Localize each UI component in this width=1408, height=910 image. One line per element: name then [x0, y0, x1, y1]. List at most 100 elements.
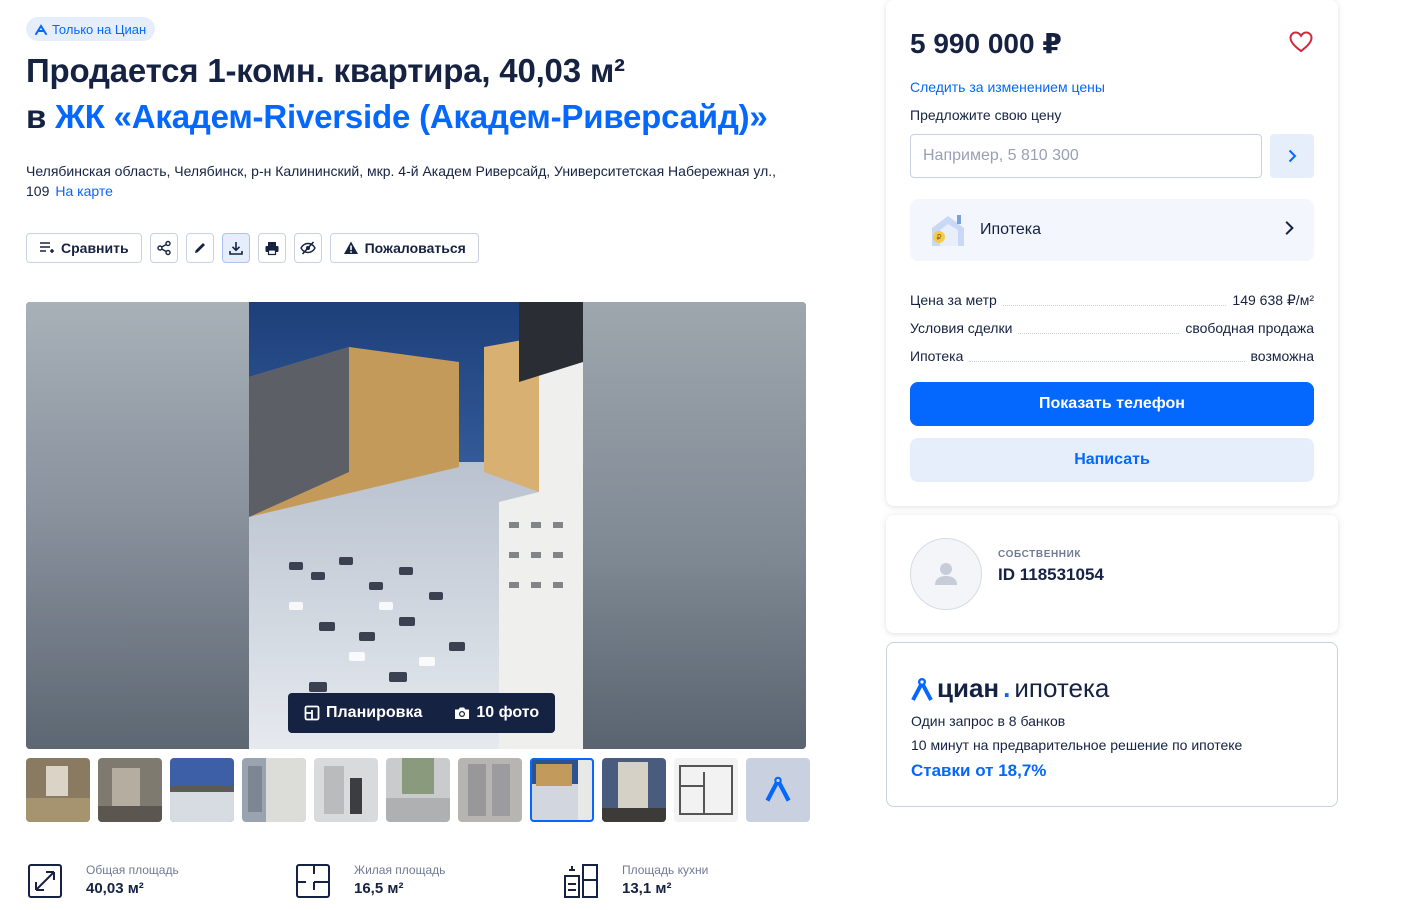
compare-label: Сравнить: [61, 240, 129, 256]
fact-value: 40,03 м²: [86, 880, 144, 897]
fact-label: Общая площадь: [86, 863, 179, 877]
thumbnail[interactable]: [98, 758, 162, 822]
ipoteka-line2: 10 минут на предварительное решение по и…: [911, 737, 1243, 753]
fact-value: 13,1 м²: [622, 880, 672, 897]
price-card: 5 990 000 ₽ Следить за изменением цены П…: [886, 0, 1338, 506]
title-prefix: в: [26, 98, 56, 135]
courtyard-photo-image: [249, 302, 583, 749]
favorite-heart-icon[interactable]: [1288, 29, 1314, 55]
mortgage-row[interactable]: ₽ Ипотека: [910, 199, 1314, 261]
thumbnail[interactable]: [26, 758, 90, 822]
follow-price-link[interactable]: Следить за изменением цены: [910, 79, 1105, 95]
camera-icon: [455, 707, 470, 719]
gallery-actions: Планировка 10 фото: [288, 693, 556, 733]
title-line1: Продается 1-комн. квартира, 40,03 м²: [26, 52, 625, 89]
house-mortgage-icon: ₽: [932, 215, 964, 246]
thumbnail[interactable]: [170, 758, 234, 822]
ipoteka-line1: Один запрос в 8 банков: [911, 713, 1066, 729]
fact-value: 16,5 м²: [354, 880, 404, 897]
only-on-cian-badge: Только на Циан: [26, 17, 156, 41]
user-icon: [935, 563, 957, 585]
spec-value: свободная продажа: [1185, 320, 1314, 336]
photo-gallery[interactable]: Планировка 10 фото: [26, 302, 806, 749]
hide-button[interactable]: [293, 233, 322, 263]
share-icon: [156, 240, 171, 256]
spec-value: возможна: [1250, 348, 1314, 364]
offer-price-input[interactable]: [910, 134, 1262, 178]
cian-logo-icon: [35, 24, 47, 35]
cian-logo-icon: [911, 677, 933, 701]
share-button[interactable]: [149, 233, 178, 263]
avatar[interactable]: [910, 538, 982, 610]
report-button[interactable]: Пожаловаться: [329, 233, 479, 263]
write-message-button[interactable]: Написать: [910, 438, 1314, 482]
page: Только на Циан Продается 1-комн. квартир…: [0, 0, 1408, 910]
total-area-icon: [28, 864, 62, 898]
offer-submit-button[interactable]: [1270, 134, 1314, 178]
spec-key: Цена за метр: [910, 292, 997, 308]
floor-plan-label: Планировка: [326, 704, 423, 721]
chevron-right-icon: [1288, 149, 1297, 163]
thumbnail-selected[interactable]: [530, 758, 594, 822]
cian-ipoteka-card[interactable]: циан. ипотека Один запрос в 8 банков 10 м…: [886, 642, 1338, 807]
compare-icon: [40, 242, 54, 253]
svg-text:₽: ₽: [936, 233, 941, 242]
mortgage-label: Ипотека: [980, 221, 1042, 238]
cian-logo-icon: [765, 776, 791, 802]
print-button[interactable]: [257, 233, 286, 263]
fact-label: Жилая площадь: [354, 863, 446, 877]
owner-role: СОБСТВЕННИК: [998, 549, 1082, 560]
on-map-link[interactable]: На карте: [55, 183, 113, 199]
floor-plan-button[interactable]: Планировка: [304, 704, 422, 722]
all-photos-button[interactable]: 10 фото: [454, 704, 539, 722]
thumbnail[interactable]: [242, 758, 306, 822]
thumbnail[interactable]: [458, 758, 522, 822]
floor-plan-icon: [304, 705, 320, 721]
spec-row: Цена за метр 149 638 ₽/м²: [910, 284, 1314, 312]
warning-icon: [343, 241, 358, 254]
print-icon: [265, 242, 279, 256]
show-phone-button[interactable]: Показать телефон: [910, 382, 1314, 426]
chevron-right-icon: [1285, 221, 1294, 235]
spec-key: Ипотека: [910, 348, 964, 364]
main-photo[interactable]: [249, 302, 583, 749]
gallery-blur-right: [583, 302, 806, 749]
hide-icon: [299, 241, 316, 255]
fact-living-area: Жилая площадь 16,5 м²: [294, 862, 562, 900]
ipoteka-rates[interactable]: Ставки от 18,7%: [911, 761, 1046, 781]
owner-card: СОБСТВЕННИК ID 118531054: [886, 515, 1338, 633]
spec-key: Условия сделки: [910, 320, 1013, 336]
logo-suffix: ипотека: [1014, 673, 1110, 703]
offer-price-label: Предложите свою цену: [910, 107, 1062, 123]
fact-total-area: Общая площадь 40,03 м²: [26, 862, 294, 900]
edit-icon: [194, 243, 205, 253]
price-specs: Цена за метр 149 638 ₽/м² Условия сделки с…: [910, 284, 1314, 368]
more-photos-thumbnail[interactable]: [746, 758, 810, 822]
page-title: Продается 1-комн. квартира, 40,03 м² в Ж…: [26, 48, 826, 140]
address-text: Челябинская область, Челябинск, р-н Кали…: [26, 163, 777, 199]
edit-button[interactable]: [185, 233, 214, 263]
download-icon: [228, 242, 243, 255]
thumbnail[interactable]: [602, 758, 666, 822]
thumbnail-strip: [26, 758, 810, 822]
compare-button[interactable]: Сравнить: [26, 233, 142, 263]
fact-kitchen-area: Площадь кухни 13,1 м²: [562, 862, 830, 900]
thumbnail[interactable]: [314, 758, 378, 822]
fact-label: Площадь кухни: [622, 863, 709, 877]
logo-brand: циан: [937, 673, 1000, 703]
photos-count-label: 10 фото: [476, 704, 540, 721]
price: 5 990 000 ₽: [910, 28, 1062, 59]
thumbnail[interactable]: [386, 758, 450, 822]
thumbnail[interactable]: [674, 758, 738, 822]
spec-row: Условия сделки свободная продажа: [910, 312, 1314, 340]
complex-link[interactable]: ЖК «Академ-Riverside (Академ-Риверсайд)»: [55, 98, 768, 135]
spec-value: 149 638 ₽/м²: [1232, 292, 1314, 308]
cian-ipoteka-logo: циан. ипотека: [911, 673, 1109, 704]
address: Челябинская область, Челябинск, р-н Кали…: [26, 161, 786, 201]
actions-toolbar: Сравнить Пожаловаться: [26, 233, 479, 263]
report-label: Пожаловаться: [364, 240, 466, 256]
download-button[interactable]: [221, 233, 250, 263]
area-facts: Общая площадь 40,03 м² Жилая площадь 16,…: [26, 862, 830, 900]
only-on-cian-label: Только на Циан: [52, 21, 147, 37]
owner-id[interactable]: ID 118531054: [998, 565, 1104, 585]
